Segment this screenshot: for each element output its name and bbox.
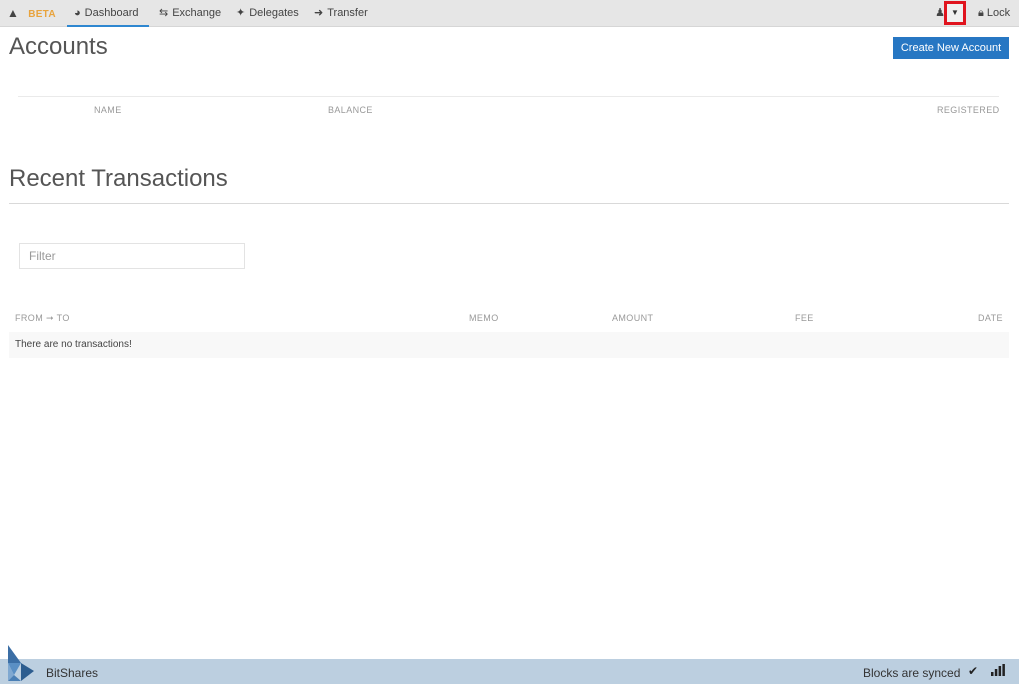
- accounts-title: Accounts: [9, 33, 108, 60]
- tx-col-memo[interactable]: MEMO: [469, 313, 499, 323]
- top-navbar: ▲ BETA ◕ Dashboard ⇆ Exchange ✦ Delegates ➜ T…: [0, 0, 1019, 27]
- dashboard-icon: ◕: [74, 7, 81, 19]
- tab-delegates[interactable]: ✦ Delegates: [236, 0, 299, 27]
- accounts-col-balance[interactable]: BALANCE: [328, 105, 373, 115]
- create-new-account-button[interactable]: Create New Account: [893, 37, 1009, 59]
- tab-transfer-label: Transfer: [327, 7, 368, 19]
- accounts-col-name[interactable]: NAME: [94, 105, 122, 115]
- caret-down-icon: ▼: [951, 8, 959, 17]
- tab-transfer[interactable]: ➜ Transfer: [314, 0, 368, 27]
- signal-bars-icon: [991, 664, 1005, 676]
- gavel-icon: ✦: [236, 7, 246, 19]
- beta-badge: ▲ BETA: [7, 0, 56, 27]
- tab-dashboard-label: Dashboard: [84, 7, 139, 19]
- tx-col-fee[interactable]: FEE: [795, 313, 814, 323]
- tab-dashboard[interactable]: ◕ Dashboard: [67, 0, 149, 27]
- sync-status: Blocks are synced: [863, 666, 961, 680]
- empty-transactions-message: There are no transactions!: [15, 339, 132, 350]
- beta-label: BETA: [28, 9, 56, 20]
- lock-icon: 🔒︎: [978, 7, 984, 19]
- table-row: There are no transactions!: [9, 332, 1009, 358]
- exchange-arrows-icon: ⇆: [159, 7, 169, 19]
- accounts-col-registered[interactable]: REGISTERED: [937, 105, 1000, 115]
- account-dropdown-toggle[interactable]: ▼: [944, 1, 966, 25]
- tab-delegates-label: Delegates: [249, 7, 299, 19]
- lock-label: Lock: [986, 7, 1011, 19]
- accounts-table-divider: [18, 96, 999, 97]
- warning-icon: ▲: [7, 6, 20, 20]
- tx-col-date[interactable]: DATE: [978, 313, 1003, 323]
- tx-col-amount[interactable]: AMOUNT: [612, 313, 653, 323]
- tab-exchange-label: Exchange: [172, 7, 222, 19]
- transfer-icon: ➜: [314, 7, 324, 19]
- transactions-title: Recent Transactions: [9, 165, 228, 192]
- filter-input[interactable]: [19, 243, 245, 269]
- tab-exchange[interactable]: ⇆ Exchange: [159, 0, 221, 27]
- check-icon: ✔: [968, 664, 979, 678]
- lock-button[interactable]: 🔒︎ Lock: [978, 0, 1010, 27]
- transactions-title-divider: [9, 203, 1009, 204]
- tx-col-from-to[interactable]: FROM ➞ TO: [15, 313, 70, 324]
- brand-name: BitShares: [46, 666, 99, 680]
- bitshares-logo-icon: [8, 645, 34, 681]
